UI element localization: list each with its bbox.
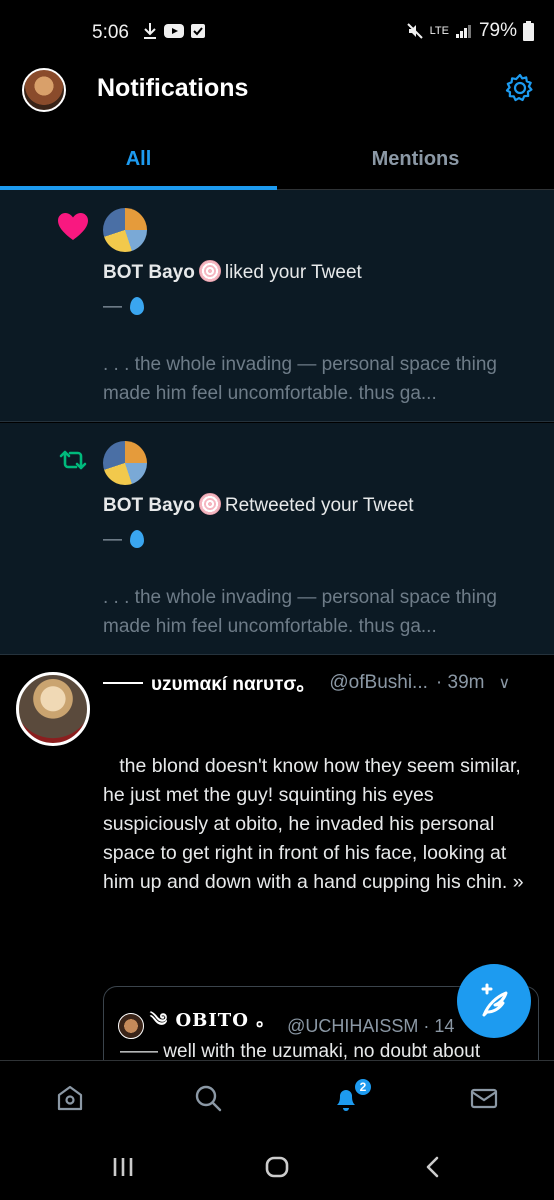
bottom-navigation: 2 bbox=[0, 1060, 554, 1130]
tab-bar: All Mentions bbox=[0, 136, 554, 190]
tweet-body: the blond doesn't know how they seem sim… bbox=[103, 755, 527, 893]
user-handle: @ofBushi... bbox=[329, 671, 428, 693]
notification-like[interactable]: BOT Bayo liked your Tweet — . . . the who… bbox=[0, 190, 554, 422]
mail-icon[interactable] bbox=[469, 1083, 499, 1113]
tweet-time: · 39m bbox=[435, 671, 485, 693]
status-notification-icons bbox=[142, 22, 206, 40]
system-navigation-bar bbox=[0, 1130, 554, 1200]
signal-icon bbox=[455, 25, 471, 38]
user-name[interactable]: BOT Bayo bbox=[103, 262, 195, 283]
dash-text: — bbox=[103, 529, 122, 550]
recent-apps-icon[interactable] bbox=[108, 1152, 138, 1182]
compose-tweet-button[interactable] bbox=[457, 964, 531, 1038]
app-header: Notifications bbox=[0, 62, 554, 118]
gear-icon[interactable] bbox=[504, 72, 536, 104]
notification-action: liked your Tweet bbox=[224, 262, 362, 283]
heart-icon bbox=[58, 213, 88, 240]
status-time: 5:06 bbox=[92, 22, 129, 43]
tweet-preview-line: — bbox=[103, 529, 144, 551]
search-icon[interactable] bbox=[193, 1083, 223, 1113]
notification-action: Retweeted your Tweet bbox=[224, 495, 414, 516]
quoted-name-text: OBITO 。 bbox=[175, 1010, 276, 1031]
battery-icon bbox=[523, 21, 534, 41]
notification-badge: 2 bbox=[353, 1077, 373, 1097]
swirl-icon bbox=[198, 493, 221, 515]
tab-all[interactable]: All bbox=[0, 136, 277, 190]
display-name[interactable]: υzυmακí nαrυтσ。 bbox=[151, 669, 315, 696]
quoted-handle: @UCHIHAISSM · 14 bbox=[287, 1015, 455, 1036]
swirl-icon bbox=[198, 260, 221, 282]
dash-text: — bbox=[103, 296, 122, 317]
back-icon[interactable] bbox=[418, 1152, 448, 1182]
youtube-icon bbox=[164, 24, 184, 38]
tweet-snippet: . . . the whole invading — personal spac… bbox=[103, 587, 497, 637]
status-system-icons: LTE 79% bbox=[406, 20, 534, 42]
retweet-icon bbox=[59, 450, 87, 470]
tweet-snippet: . . . the whole invading — personal spac… bbox=[103, 354, 497, 404]
mute-icon bbox=[406, 23, 423, 39]
home-icon[interactable] bbox=[55, 1083, 85, 1113]
tab-mentions[interactable]: Mentions bbox=[277, 136, 554, 190]
profile-avatar[interactable] bbox=[22, 68, 66, 112]
tweet-preview-line: — bbox=[103, 296, 144, 318]
page-title: Notifications bbox=[97, 74, 249, 102]
droplet-icon bbox=[130, 530, 144, 548]
home-button-icon[interactable] bbox=[262, 1152, 292, 1182]
network-type: LTE bbox=[429, 25, 449, 37]
status-bar: 5:06 LTE 79% bbox=[0, 0, 554, 62]
notification-retweet[interactable]: BOT Bayo Retweeted your Tweet — . . . the… bbox=[0, 423, 554, 655]
wind-symbol: ༄ bbox=[150, 1010, 169, 1031]
notification-text: BOT Bayo Retweeted your Tweet bbox=[103, 493, 414, 517]
avatar[interactable] bbox=[16, 672, 90, 746]
tweet-header: υzυmακí nαrυтσ。 @ofBushi... · 39m ∨ bbox=[103, 669, 510, 696]
download-icon bbox=[144, 23, 156, 39]
name-rule bbox=[103, 681, 143, 684]
chevron-down-icon[interactable]: ∨ bbox=[498, 673, 510, 693]
battery-percent: 79% bbox=[478, 20, 517, 41]
user-name[interactable]: BOT Bayo bbox=[103, 495, 195, 516]
avatar[interactable] bbox=[103, 441, 147, 485]
checkbox-icon bbox=[191, 24, 205, 38]
droplet-icon bbox=[130, 297, 144, 315]
compose-feather-icon bbox=[481, 983, 508, 1017]
avatar[interactable] bbox=[103, 208, 147, 252]
avatar bbox=[118, 1013, 144, 1039]
notification-text: BOT Bayo liked your Tweet bbox=[103, 260, 362, 284]
